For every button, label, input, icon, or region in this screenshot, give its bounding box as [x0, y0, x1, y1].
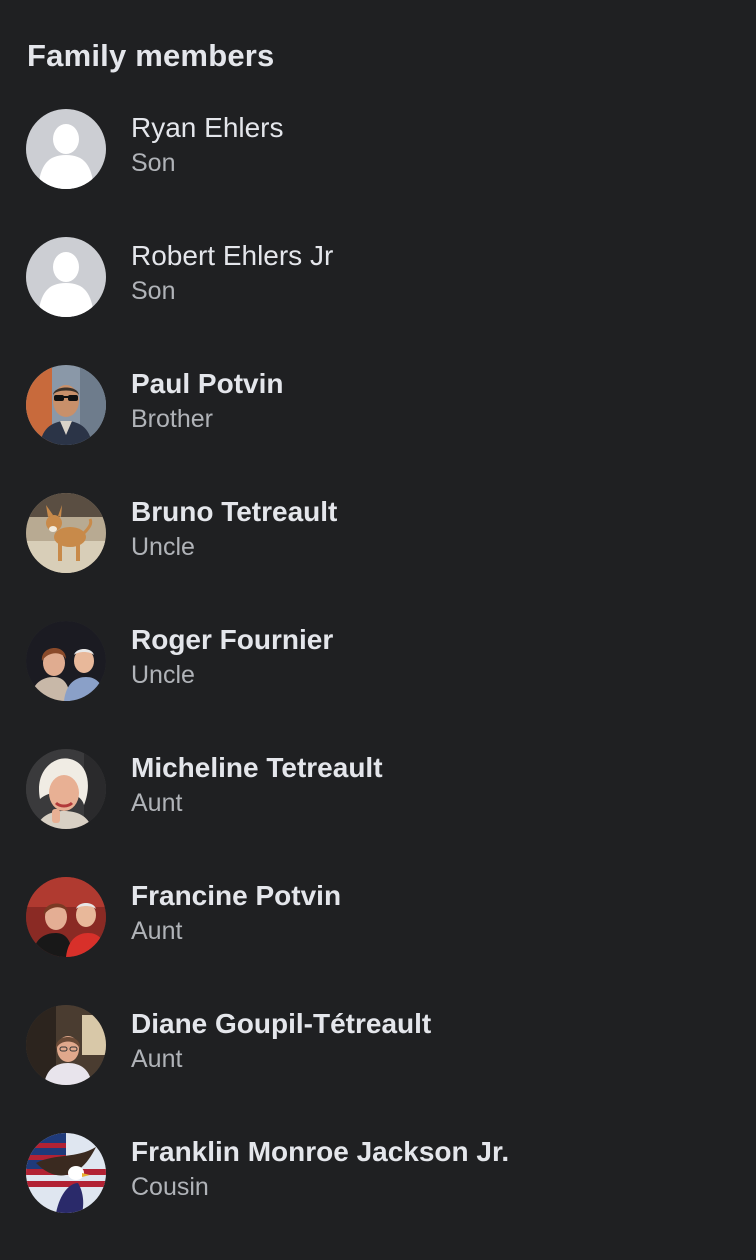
- member-relation: Brother: [131, 405, 213, 433]
- member-name[interactable]: Micheline Tetreault: [131, 752, 383, 784]
- default-profile-silhouette-icon[interactable]: [26, 237, 106, 317]
- member-relation: Aunt: [131, 1045, 183, 1073]
- member-name[interactable]: Robert Ehlers Jr: [131, 240, 333, 272]
- member-name[interactable]: Paul Potvin: [131, 368, 283, 400]
- profile-photo[interactable]: [26, 749, 106, 829]
- member-name[interactable]: Francine Potvin: [131, 880, 341, 912]
- member-relation: Uncle: [131, 533, 195, 561]
- family-members-list: Ryan Ehlers Son Robert Ehlers Jr Son Pau…: [0, 108, 756, 1260]
- family-member-item[interactable]: Diane Goupil-Tétreault Aunt: [0, 1004, 756, 1132]
- family-member-item[interactable]: Bruno Tetreault Uncle: [0, 492, 756, 620]
- member-name[interactable]: Diane Goupil-Tétreault: [131, 1008, 431, 1040]
- profile-photo[interactable]: [26, 877, 106, 957]
- member-relation: Son: [131, 277, 176, 305]
- section-title: Family members: [27, 38, 275, 73]
- family-member-item[interactable]: Micheline Tetreault Aunt: [0, 748, 756, 876]
- family-member-item[interactable]: Franklin Monroe Jackson Jr. Cousin: [0, 1132, 756, 1260]
- family-member-item[interactable]: Roger Fournier Uncle: [0, 620, 756, 748]
- member-relation: Son: [131, 149, 176, 177]
- member-name[interactable]: Roger Fournier: [131, 624, 333, 656]
- member-relation: Aunt: [131, 917, 183, 945]
- member-relation: Aunt: [131, 789, 183, 817]
- profile-photo[interactable]: [26, 493, 106, 573]
- profile-photo[interactable]: [26, 621, 106, 701]
- family-member-item[interactable]: Ryan Ehlers Son: [0, 108, 756, 236]
- member-name[interactable]: Ryan Ehlers: [131, 112, 284, 144]
- member-relation: Cousin: [131, 1173, 209, 1201]
- profile-photo[interactable]: [26, 1133, 106, 1213]
- member-name[interactable]: Franklin Monroe Jackson Jr.: [131, 1136, 509, 1168]
- member-name[interactable]: Bruno Tetreault: [131, 496, 337, 528]
- member-relation: Uncle: [131, 661, 195, 689]
- default-profile-silhouette-icon[interactable]: [26, 109, 106, 189]
- family-member-item[interactable]: Robert Ehlers Jr Son: [0, 236, 756, 364]
- profile-photo[interactable]: [26, 365, 106, 445]
- profile-photo[interactable]: [26, 1005, 106, 1085]
- family-member-item[interactable]: Francine Potvin Aunt: [0, 876, 756, 1004]
- family-member-item[interactable]: Paul Potvin Brother: [0, 364, 756, 492]
